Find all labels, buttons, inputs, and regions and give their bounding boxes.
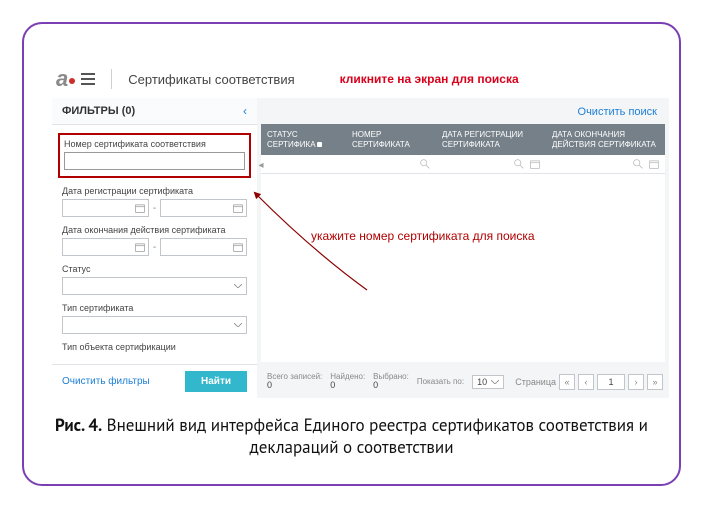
first-page-button[interactable]: « xyxy=(559,374,575,390)
search-icon xyxy=(633,159,643,169)
cert-number-label: Номер сертификата соответствия xyxy=(64,139,245,149)
content-area: ФИЛЬТРЫ (0) ‹ Номер сертификата соответс… xyxy=(52,98,669,398)
calendar-icon xyxy=(135,242,145,252)
cert-number-input[interactable] xyxy=(64,152,245,170)
pager: Всего записей: 0 Найдено: 0 Выбрано: 0 П… xyxy=(261,366,669,398)
table-body: укажите номер сертификата для поиска xyxy=(261,174,665,362)
col-enddate[interactable]: ДАТА ОКОНЧАНИЯ ДЕЙСТВИЯ СЕРТИФИКАТА xyxy=(546,124,665,155)
reg-date-from[interactable] xyxy=(62,199,149,217)
col-regdate[interactable]: ДАТА РЕГИСТРАЦИИ СЕРТИФИКАТА xyxy=(436,124,546,155)
table-filter-row xyxy=(261,155,665,174)
end-date-label: Дата окончания действия сертификата xyxy=(62,225,247,235)
prev-page-button[interactable]: ‹ xyxy=(578,374,594,390)
range-dash: - xyxy=(153,203,156,214)
search-icon xyxy=(420,159,430,169)
chevron-down-icon xyxy=(234,323,242,328)
search-icon xyxy=(514,159,524,169)
logo-dot xyxy=(69,78,75,84)
clear-filters-link[interactable]: Очистить фильтры xyxy=(62,376,150,387)
chevron-down-icon xyxy=(234,284,242,289)
find-button[interactable]: Найти xyxy=(185,371,247,392)
sort-icon xyxy=(317,142,322,147)
logo-letter: a xyxy=(56,66,75,92)
stat-total: Всего записей: 0 xyxy=(267,373,322,392)
figure-caption: Рис. 4. Внешний вид интерфейса Единого р… xyxy=(24,414,679,458)
table-header: СТАТУС СЕРТИФИКА НОМЕР СЕРТИФИКАТА ДАТА … xyxy=(261,124,665,155)
screenshot-region: a Сертификаты соответствия кликните на э… xyxy=(52,60,669,400)
stat-found: Найдено: 0 xyxy=(330,373,365,392)
filter-title: ФИЛЬТРЫ (0) xyxy=(62,105,135,117)
status-select[interactable] xyxy=(62,277,247,295)
end-date-group: Дата окончания действия сертификата - xyxy=(62,225,247,256)
results-table: СТАТУС СЕРТИФИКА НОМЕР СЕРТИФИКАТА ДАТА … xyxy=(261,124,665,362)
cert-type-group: Тип сертификата xyxy=(62,303,247,334)
obj-type-group: Тип объекта сертификации xyxy=(62,342,247,352)
page-label: Страница xyxy=(515,377,556,387)
menu-icon[interactable] xyxy=(81,73,95,85)
filter-number[interactable] xyxy=(346,155,436,173)
filter-panel: ФИЛЬТРЫ (0) ‹ Номер сертификата соответс… xyxy=(52,98,257,398)
calendar-icon xyxy=(530,159,540,169)
main-area: Очистить поиск СТАТУС СЕРТИФИКА НОМЕР СЕ… xyxy=(257,98,669,398)
clear-search-link[interactable]: Очистить поиск xyxy=(578,106,657,118)
calendar-icon xyxy=(233,242,243,252)
calendar-icon xyxy=(233,203,243,213)
range-dash: - xyxy=(153,242,156,253)
stat-show: Показать по: xyxy=(417,378,464,387)
end-date-from[interactable] xyxy=(62,238,149,256)
collapse-icon[interactable]: ‹ xyxy=(243,104,247,118)
reg-date-to[interactable] xyxy=(160,199,247,217)
calendar-icon xyxy=(135,203,145,213)
filter-body: Номер сертификата соответствия Дата реги… xyxy=(52,125,257,364)
brand: a xyxy=(56,66,95,92)
divider xyxy=(111,69,112,89)
input-hint-annotation: укажите номер сертификата для поиска xyxy=(311,229,535,243)
page-input[interactable] xyxy=(597,374,625,390)
figure-frame: a Сертификаты соответствия кликните на э… xyxy=(22,22,681,486)
page-title: Сертификаты соответствия xyxy=(128,72,294,87)
filter-regdate[interactable] xyxy=(436,155,546,173)
col-number[interactable]: НОМЕР СЕРТИФИКАТА xyxy=(346,124,436,155)
stat-selected: Выбрано: 0 xyxy=(373,373,409,392)
cert-type-label: Тип сертификата xyxy=(62,303,247,313)
col-status[interactable]: СТАТУС СЕРТИФИКА xyxy=(261,124,346,155)
calendar-icon xyxy=(649,159,659,169)
reg-date-group: Дата регистрации сертификата - xyxy=(62,186,247,217)
chevron-down-icon xyxy=(491,380,499,385)
click-hint-annotation: кликните на экран для поиска xyxy=(340,72,519,86)
status-group: Статус xyxy=(62,264,247,295)
last-page-button[interactable]: » xyxy=(647,374,663,390)
cert-type-select[interactable] xyxy=(62,316,247,334)
cert-number-group: Номер сертификата соответствия xyxy=(58,133,251,178)
filter-enddate[interactable] xyxy=(546,155,665,173)
filter-status[interactable] xyxy=(261,155,346,173)
next-page-button[interactable]: › xyxy=(628,374,644,390)
reg-date-label: Дата регистрации сертификата xyxy=(62,186,247,196)
filter-header: ФИЛЬТРЫ (0) ‹ xyxy=(52,98,257,125)
obj-type-label: Тип объекта сертификации xyxy=(62,342,247,352)
end-date-to[interactable] xyxy=(160,238,247,256)
app-header: a Сертификаты соответствия кликните на э… xyxy=(52,60,669,98)
filter-footer: Очистить фильтры Найти xyxy=(52,364,257,398)
status-label: Статус xyxy=(62,264,247,274)
page-size-select[interactable]: 10 xyxy=(472,375,504,389)
